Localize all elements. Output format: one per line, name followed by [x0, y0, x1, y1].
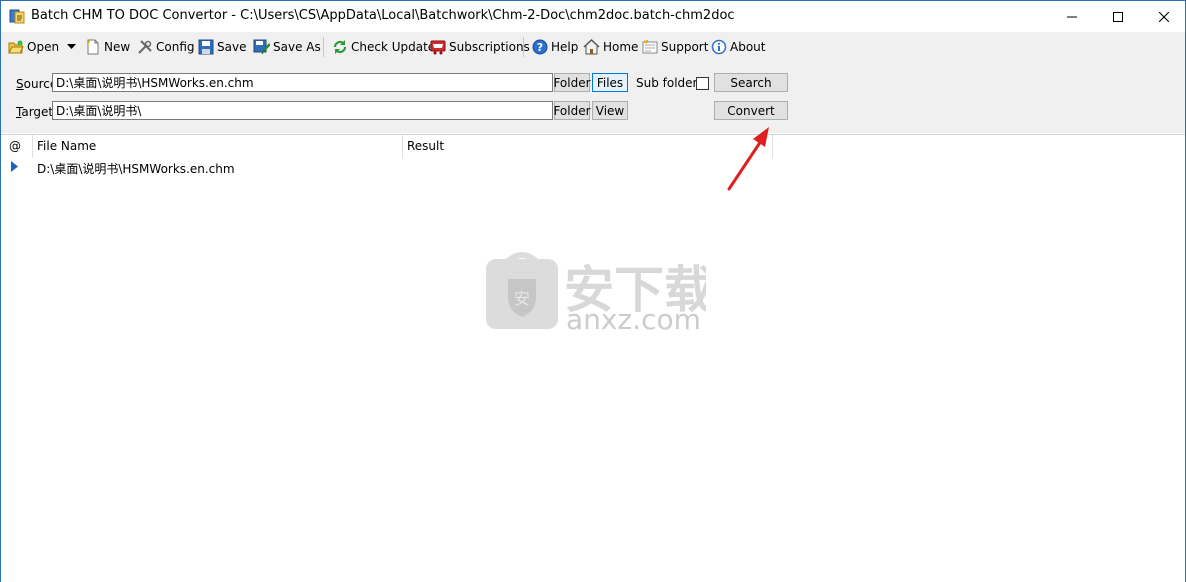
svg-text:?: ? — [537, 41, 543, 54]
watermark: 安 安下载 anxz.com — [486, 249, 714, 338]
source-path-input[interactable]: D:\桌面\说明书\HSMWorks.en.chm — [52, 73, 553, 92]
source-folder-button[interactable]: Folder — [553, 73, 591, 92]
maximize-icon — [1113, 11, 1123, 22]
new-button[interactable]: New — [85, 36, 130, 58]
open-label: Open — [27, 40, 60, 54]
about-label: About — [730, 40, 766, 54]
subfolders-checkbox[interactable] — [696, 77, 709, 90]
view-button[interactable]: View — [592, 101, 628, 120]
options-panel: Source D:\桌面\说明书\HSMWorks.en.chm Folder … — [1, 62, 1185, 133]
home-icon — [583, 39, 600, 55]
target-path-input[interactable]: D:\桌面\说明书\ — [52, 101, 553, 120]
maximize-button[interactable] — [1095, 1, 1141, 32]
column-header-status[interactable]: @ — [4, 135, 32, 158]
annotation-arrow-icon — [727, 127, 769, 191]
new-label: New — [104, 40, 131, 54]
save-as-button[interactable]: Save As — [253, 36, 321, 58]
save-label: Save — [217, 40, 247, 54]
new-file-icon — [86, 39, 99, 55]
minimize-button[interactable] — [1049, 1, 1095, 32]
save-as-label: Save As — [273, 40, 321, 54]
close-icon — [1159, 11, 1169, 22]
target-label: Target — [16, 105, 53, 119]
watermark-en-text: anxz.com — [566, 303, 701, 335]
save-as-icon — [253, 39, 270, 55]
app-logo-icon — [9, 8, 25, 24]
folder-open-icon — [8, 40, 24, 54]
support-button[interactable]: Support — [642, 36, 708, 58]
toolbar-separator — [323, 37, 324, 57]
window-title: Batch CHM TO DOC Convertor - C:\Users\CS… — [31, 8, 735, 23]
support-icon — [642, 40, 658, 54]
check-update-label: Check Update — [351, 40, 436, 54]
subscriptions-button[interactable]: Subscriptions — [430, 36, 530, 58]
target-folder-button[interactable]: Folder — [553, 101, 591, 120]
source-label-accel: S — [16, 77, 24, 91]
info-icon — [711, 39, 727, 55]
source-files-button[interactable]: Files — [592, 73, 628, 92]
subscriptions-label: Subscriptions — [449, 40, 530, 54]
svg-text:安: 安 — [514, 289, 530, 308]
subfolders-label: Sub folders — [636, 76, 704, 90]
convert-button[interactable]: Convert — [714, 101, 788, 120]
support-label: Support — [661, 40, 709, 54]
toolbar-separator — [523, 37, 524, 57]
save-button[interactable]: Save — [198, 36, 246, 58]
close-button[interactable] — [1141, 1, 1186, 32]
watermark-shield-icon: 安 安下载 anxz.com — [486, 252, 714, 336]
file-list-grid: @ File Name Result D:\桌面\说明书\HSMWorks.en… — [1, 134, 1185, 582]
open-button[interactable]: Open — [8, 36, 59, 58]
help-label: Help — [551, 40, 579, 54]
app-window: Batch CHM TO DOC Convertor - C:\Users\CS… — [0, 0, 1186, 582]
column-header-file-name[interactable]: File Name — [32, 135, 402, 158]
column-header-result[interactable]: Result — [402, 135, 772, 158]
search-button[interactable]: Search — [714, 73, 788, 92]
row-pointer-icon — [11, 161, 18, 172]
title-bar: Batch CHM TO DOC Convertor - C:\Users\CS… — [1, 1, 1185, 32]
chevron-down-icon — [67, 44, 76, 49]
config-button[interactable]: Config — [137, 36, 195, 58]
toolbar: Open New Config Save Save As Check Updat… — [1, 32, 1185, 62]
help-button[interactable]: ? Help — [532, 36, 578, 58]
target-label-rest: arget — [21, 105, 54, 119]
check-update-button[interactable]: Check Update — [332, 36, 435, 58]
cart-icon — [430, 40, 446, 55]
minimize-icon — [1067, 16, 1077, 17]
tools-icon — [138, 40, 152, 54]
home-label: Home — [603, 40, 639, 54]
file-name-cell: D:\桌面\说明书\HSMWorks.en.chm — [37, 162, 235, 176]
refresh-icon — [333, 40, 347, 54]
save-icon — [198, 39, 214, 55]
help-icon: ? — [532, 39, 548, 55]
open-dropdown-button[interactable] — [67, 36, 79, 58]
home-button[interactable]: Home — [583, 36, 638, 58]
config-label: Config — [156, 40, 195, 54]
about-button[interactable]: About — [711, 36, 765, 58]
